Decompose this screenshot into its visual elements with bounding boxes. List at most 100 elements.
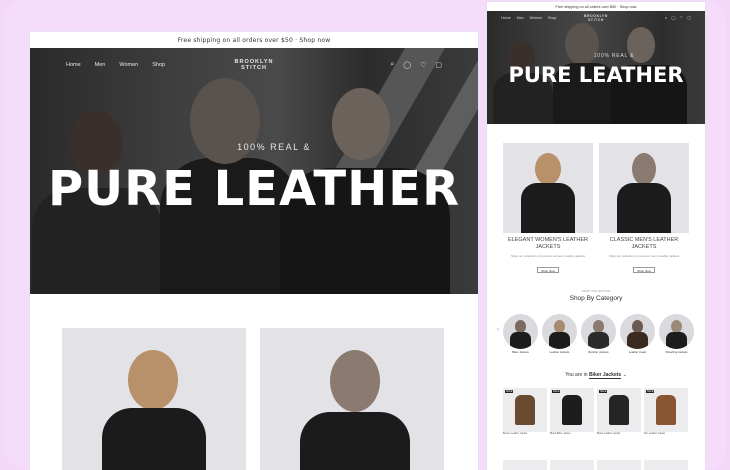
category-label: Leather Coats <box>628 350 647 354</box>
nav-menu: Home Men Women Shop <box>66 62 165 68</box>
nav-icons: ⌕ ◯ ♡ ▢ <box>390 61 442 69</box>
category-item[interactable]: Biker Jackets <box>503 314 538 354</box>
mobile-brand-logo[interactable]: BROOKLYN STITCH <box>584 14 608 22</box>
product-card[interactable]: SALE Black Leather Jacket <box>597 388 641 438</box>
cart-icon[interactable]: ▢ <box>435 61 442 69</box>
wishlist-icon[interactable]: ♡ <box>420 61 426 69</box>
chevron-down-icon[interactable]: ⌄ <box>623 372 627 378</box>
current-category-select[interactable]: Biker Jackets <box>588 372 622 379</box>
hero-banner: Home Men Women Shop BROOKLYN STITCH ⌕ ◯ … <box>30 48 478 294</box>
mens-card-caption: CLASSIC MEN'S LEATHER JACKETS <box>609 237 679 250</box>
announcement-bar: Free shipping on all orders over $50 · S… <box>30 32 478 48</box>
search-icon[interactable]: ⌕ <box>665 15 667 20</box>
nav-item-home[interactable]: Home <box>501 16 511 20</box>
category-model-body <box>588 332 609 349</box>
category-item[interactable]: Shearling Jackets <box>659 314 694 354</box>
product-card[interactable]: SALE Black Biker Jacket <box>550 388 594 438</box>
product-image-partial[interactable] <box>503 460 547 470</box>
nav-item-women[interactable]: Women <box>119 62 138 68</box>
womens-shop-button[interactable]: Shop Now <box>537 267 559 273</box>
nav-item-shop[interactable]: Shop <box>152 62 165 68</box>
category-label: Biker Jackets <box>512 350 529 354</box>
category-section-tag: SHOP COLLECTION <box>581 289 611 293</box>
category-model-body <box>666 332 687 349</box>
nav-item-men[interactable]: Men <box>517 16 524 20</box>
womens-card-caption: ELEGANT WOMEN'S LEATHER JACKETS <box>508 237 588 250</box>
jacket-shape <box>515 395 535 425</box>
product-title: Brown Leather Jacket <box>503 432 528 435</box>
mobile-collection-cards <box>503 143 689 233</box>
mobile-mockup: Free shipping on all orders over $50 · S… <box>487 2 705 470</box>
sale-badge: SALE <box>505 390 514 393</box>
category-model-body <box>627 332 648 349</box>
category-carousel: Biker Jackets Leather Jackets Bomber Jac… <box>503 314 694 354</box>
mobile-hero-title: PURE LEATHER <box>508 63 684 87</box>
product-title: Black Leather Jacket <box>597 432 621 435</box>
user-icon[interactable]: ◯ <box>671 15 675 20</box>
womens-collection-card[interactable] <box>62 328 246 470</box>
product-image-partial[interactable] <box>644 460 688 470</box>
mobile-nav: Home Men Women Shop BROOKLYN STITCH ⌕ ◯ … <box>487 14 705 22</box>
category-image <box>620 314 655 349</box>
product-image: SALE <box>597 388 641 432</box>
model-man-body <box>300 412 410 470</box>
category-item[interactable]: Bomber Jackets <box>581 314 616 354</box>
sale-badge: SALE <box>552 390 561 393</box>
product-image: SALE <box>550 388 594 432</box>
main-nav: Home Men Women Shop BROOKLYN STITCH ⌕ ◯ … <box>30 58 478 72</box>
nav-item-women[interactable]: Women <box>530 16 542 20</box>
cart-icon[interactable]: ▢ <box>687 15 691 20</box>
sale-badge: SALE <box>599 390 608 393</box>
wishlist-icon[interactable]: ♡ <box>680 15 684 20</box>
user-icon[interactable]: ◯ <box>403 61 411 69</box>
desktop-mockup: Free shipping on all orders over $50 · S… <box>30 32 478 470</box>
model-woman-head <box>535 153 561 185</box>
logo-line-2: STITCH <box>588 17 604 22</box>
collection-cards <box>62 328 444 470</box>
current-category: You are in Biker Jackets ⌄ <box>487 372 705 379</box>
brand-logo[interactable]: BROOKLYN STITCH <box>235 59 274 71</box>
category-section-title: Shop By Category <box>569 295 623 302</box>
current-category-prefix: You are in <box>565 372 588 378</box>
product-card[interactable]: SALE Brown Leather Jacket <box>503 388 547 438</box>
product-image: SALE <box>503 388 547 432</box>
category-label: Bomber Jackets <box>588 350 609 354</box>
hero-title: PURE LEATHER <box>47 161 461 217</box>
womens-card-desc: Shop our collection of premium women's l… <box>510 254 586 258</box>
category-item[interactable]: Leather Jackets <box>542 314 577 354</box>
sale-badge: SALE <box>646 390 655 393</box>
mens-shop-button[interactable]: Shop Now <box>633 267 655 273</box>
category-model-body <box>549 332 570 349</box>
hero-subtitle: 100% REAL & <box>237 142 311 152</box>
product-image-partial[interactable] <box>597 460 641 470</box>
logo-line-2: STITCH <box>241 65 267 71</box>
product-card[interactable]: SALE Tan Leather Jacket <box>644 388 688 438</box>
nav-item-shop[interactable]: Shop <box>548 16 556 20</box>
presentation-frame: Free shipping on all orders over $50 · S… <box>4 0 726 470</box>
product-grid-next-row <box>503 460 688 470</box>
mobile-nav-menu: Home Men Women Shop <box>501 16 556 20</box>
nav-item-men[interactable]: Men <box>95 62 106 68</box>
category-label: Leather Jackets <box>549 350 570 354</box>
category-item[interactable]: Leather Coats <box>620 314 655 354</box>
search-icon[interactable]: ⌕ <box>390 61 394 69</box>
mens-collection-card[interactable] <box>599 143 689 233</box>
category-image <box>581 314 616 349</box>
product-image-partial[interactable] <box>550 460 594 470</box>
category-image <box>659 314 694 349</box>
jacket-shape <box>609 395 629 425</box>
nav-item-home[interactable]: Home <box>66 62 81 68</box>
jacket-shape <box>656 395 676 425</box>
product-title: Tan Leather Jacket <box>644 432 666 435</box>
mens-collection-card[interactable] <box>260 328 444 470</box>
carousel-prev-icon[interactable]: ‹ <box>497 327 499 333</box>
category-image <box>503 314 538 349</box>
mobile-announcement-bar: Free shipping on all orders over $50 · S… <box>555 4 637 9</box>
model-woman-body <box>521 183 575 233</box>
jacket-shape <box>562 395 582 425</box>
womens-collection-card[interactable] <box>503 143 593 233</box>
mobile-hero-subtitle: 100% REAL & <box>593 53 635 59</box>
mens-card-desc: Shop our collection of premium men's lea… <box>608 254 680 258</box>
mobile-nav-icons: ⌕ ◯ ♡ ▢ <box>665 15 691 20</box>
model-man-head <box>330 350 380 412</box>
